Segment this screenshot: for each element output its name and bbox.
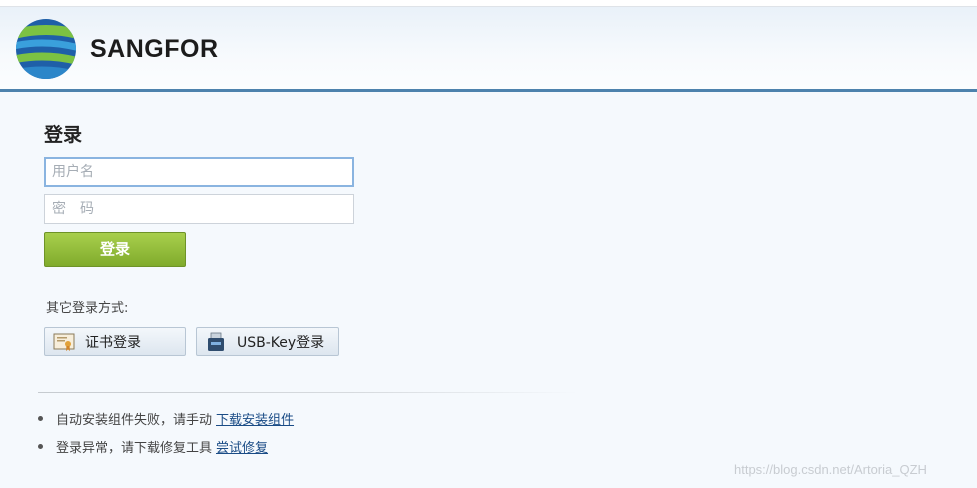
certificate-icon: [53, 333, 75, 351]
certificate-login-label: 证书登录: [85, 334, 141, 351]
bullet-icon: [38, 416, 43, 421]
username-input[interactable]: [44, 157, 354, 187]
login-button[interactable]: 登录: [44, 232, 186, 267]
tip-repair-tool: 登录异常，请下载修复工具 尝试修复: [38, 437, 268, 456]
usb-key-icon: [208, 332, 224, 351]
brand-name: SANGFOR: [90, 35, 219, 63]
section-divider: [38, 392, 578, 393]
header-divider: [0, 89, 977, 92]
try-repair-link[interactable]: 尝试修复: [216, 437, 268, 456]
other-login-label: 其它登录方式:: [46, 301, 129, 316]
tip-install-component: 自动安装组件失败，请手动 下载安装组件: [38, 409, 294, 428]
top-border: [0, 0, 977, 7]
tip-text: 登录异常，请下载修复工具: [56, 441, 213, 456]
tip-text: 自动安装组件失败，请手动: [56, 413, 213, 428]
download-component-link[interactable]: 下载安装组件: [216, 409, 294, 428]
sangfor-logo-icon: [16, 19, 76, 79]
watermark: https://blog.csdn.net/Artoria_QZH: [734, 462, 927, 477]
certificate-login-button[interactable]: 证书登录: [44, 327, 186, 356]
login-title: 登录: [44, 124, 83, 146]
usbkey-login-button[interactable]: USB-Key登录: [196, 327, 339, 356]
usbkey-login-label: USB-Key登录: [237, 334, 325, 351]
password-input[interactable]: [44, 194, 354, 224]
bullet-icon: [38, 444, 43, 449]
